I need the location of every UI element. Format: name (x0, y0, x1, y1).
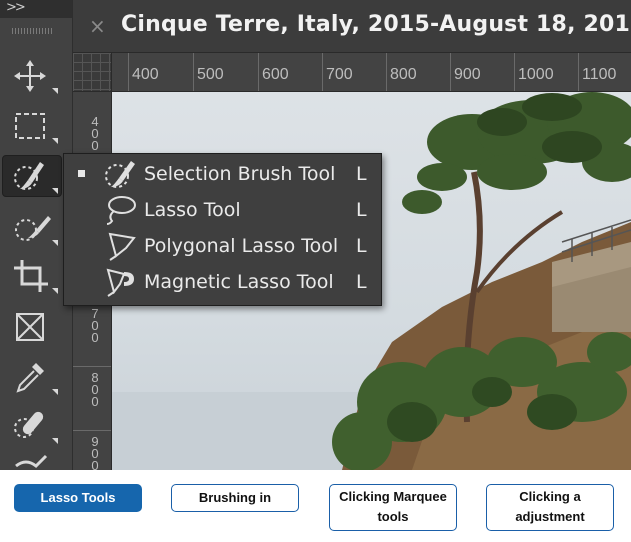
ruler-label: 1100 (582, 66, 617, 83)
marquee-tool-button[interactable] (6, 106, 58, 146)
document-tab[interactable]: × Cinque Terre, Italy, 2015-August 18, 2… (73, 0, 631, 53)
step-navigation: Lasso Tools Brushing in Clicking Marquee… (0, 470, 631, 542)
move-tool-button[interactable] (6, 56, 58, 96)
healing-brush-tool-button[interactable] (6, 406, 58, 446)
menu-item-label: Selection Brush Tool (144, 163, 336, 185)
menu-item-lasso-tool[interactable]: Lasso Tool L (64, 192, 381, 228)
polygonal-lasso-icon (108, 232, 136, 261)
eyedropper-icon (16, 363, 58, 395)
document-title: Cinque Terre, Italy, 2015-August 18, 201… (121, 12, 631, 37)
frame-icon (16, 313, 44, 341)
ruler-tick (73, 430, 111, 431)
selected-bullet-icon (78, 170, 85, 177)
ruler-label: 600 (262, 66, 289, 83)
ruler-label: 8 0 0 (91, 370, 99, 409)
rectangular-marquee-icon (15, 113, 58, 144)
photoshop-window: >> × Cinque Terre, Italy, 2015-August 18… (0, 0, 631, 470)
ruler-tick (514, 53, 515, 91)
menu-item-shortcut: L (356, 235, 367, 257)
panel-collapse-bar[interactable]: >> (0, 0, 72, 18)
ruler-tick (73, 366, 111, 367)
menu-item-polygonal-lasso-tool[interactable]: Polygonal Lasso Tool L (64, 228, 381, 264)
menu-item-label: Magnetic Lasso Tool (144, 271, 334, 293)
lasso-tools-button[interactable]: Lasso Tools (14, 484, 142, 512)
crop-tool-button[interactable] (6, 256, 58, 296)
ruler-tick (578, 53, 579, 91)
ruler-tick (450, 53, 451, 91)
ruler-label: 400 (132, 66, 159, 83)
brush-tool-button[interactable] (6, 452, 58, 470)
ruler-tick (258, 53, 259, 91)
brushing-in-button[interactable]: Brushing in (171, 484, 299, 512)
ruler-label: 900 (454, 66, 481, 83)
move-icon (14, 60, 58, 94)
panel-grip[interactable] (12, 28, 52, 34)
clicking-a-adjustment-button[interactable]: Clicking a adjustment (486, 484, 614, 531)
lasso-tools-flyout-menu: Selection Brush Tool L Lasso Tool L Poly… (63, 153, 382, 306)
menu-item-selection-brush-tool[interactable]: Selection Brush Tool L (64, 156, 381, 192)
app: >> × Cinque Terre, Italy, 2015-August 18… (0, 0, 631, 542)
ruler-label: 4 0 0 (91, 114, 99, 153)
magnetic-lasso-icon (106, 268, 134, 297)
selection-brush-icon (105, 161, 135, 188)
ruler-tick (193, 53, 194, 91)
clicking-marquee-tools-button[interactable]: Clicking Marquee tools (329, 484, 457, 531)
ruler-tick (322, 53, 323, 91)
ruler-label: 7 0 0 (91, 306, 99, 345)
lasso-icon (106, 196, 136, 225)
selection-brush-tool-button[interactable] (2, 155, 62, 197)
ruler-label: 800 (390, 66, 417, 83)
menu-item-label: Polygonal Lasso Tool (144, 235, 339, 257)
selection-brush-icon (14, 162, 58, 194)
horizontal-ruler[interactable]: 400 500 600 700 800 900 1000 1100 (112, 53, 631, 92)
menu-item-label: Lasso Tool (144, 199, 241, 221)
menu-item-shortcut: L (356, 199, 367, 221)
ruler-tick (386, 53, 387, 91)
menu-item-shortcut: L (356, 163, 367, 185)
quick-selection-tool-button[interactable] (6, 208, 58, 248)
brush-icon (15, 454, 48, 469)
healing-brush-icon (14, 411, 58, 444)
eyedropper-tool-button[interactable] (6, 357, 58, 397)
crop-icon (14, 260, 58, 294)
menu-item-magnetic-lasso-tool[interactable]: Magnetic Lasso Tool L (64, 264, 381, 300)
ruler-label: 700 (326, 66, 353, 83)
collapse-chevrons-icon[interactable]: >> (6, 0, 26, 15)
ruler-label: 1000 (518, 66, 554, 83)
quick-selection-icon (15, 216, 58, 246)
ruler-origin[interactable] (73, 53, 112, 92)
ruler-tick (128, 53, 129, 91)
ruler-label: 500 (197, 66, 224, 83)
menu-item-shortcut: L (356, 271, 367, 293)
close-icon[interactable]: × (89, 14, 106, 38)
ruler-label: 9 0 0 (91, 434, 99, 470)
frame-tool-button[interactable] (6, 307, 58, 347)
